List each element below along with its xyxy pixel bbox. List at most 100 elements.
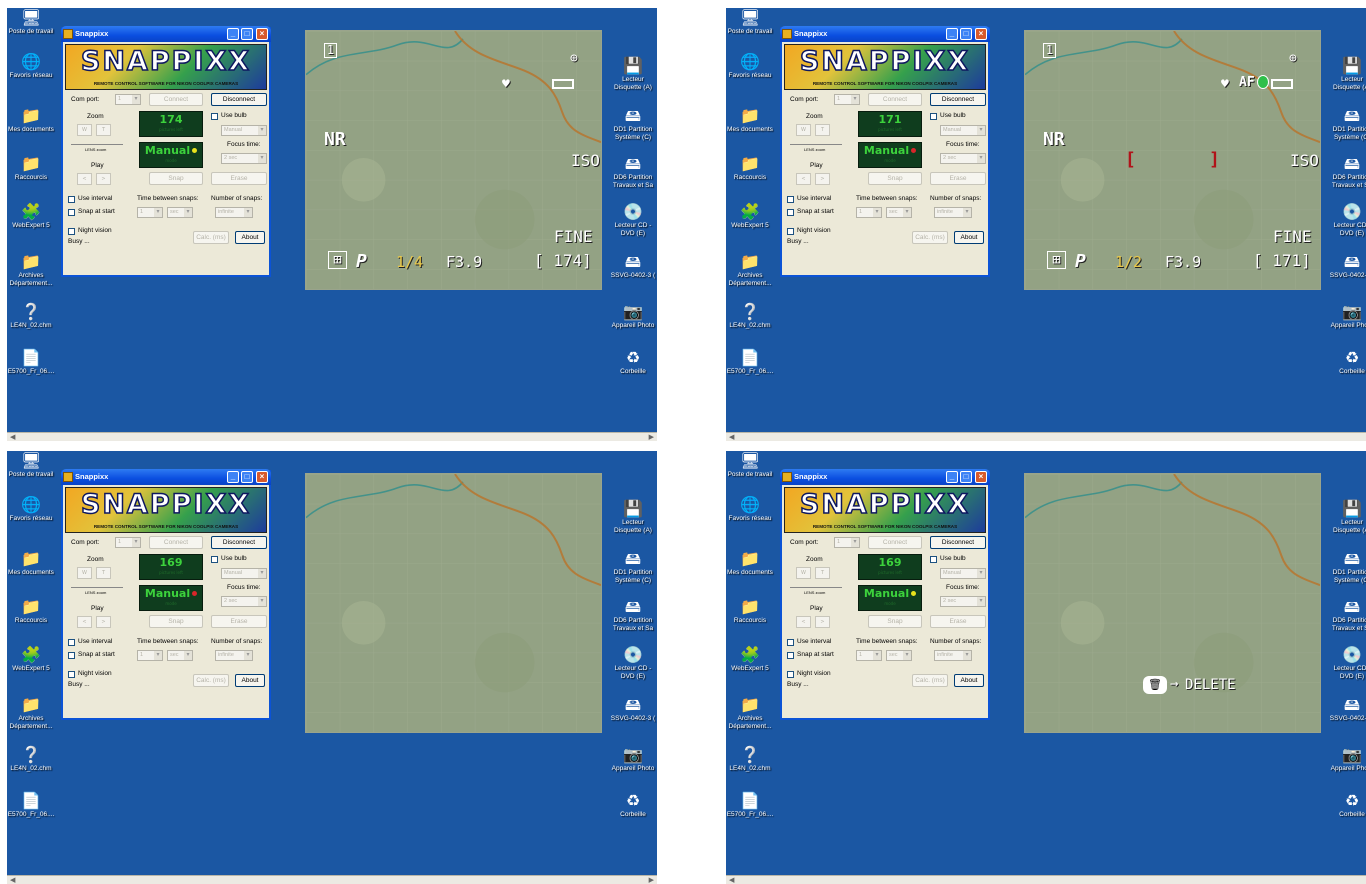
horizontal-scrollbar[interactable]: ◀ ▶ xyxy=(7,875,657,884)
about-button[interactable]: About xyxy=(954,231,984,244)
desktop-icon[interactable]: 💿Lecteur CD - DVD (E) xyxy=(1320,202,1366,238)
time-unit-select[interactable]: sec xyxy=(886,650,912,661)
use-interval-checkbox[interactable] xyxy=(68,196,75,203)
horizontal-scrollbar[interactable]: ◀ ▶ xyxy=(726,432,1366,441)
desktop-icon[interactable]: ❔ LE4N_02.chm xyxy=(7,745,63,773)
desktop-icon[interactable]: 📁 Raccourcis xyxy=(726,154,782,182)
horizontal-scrollbar[interactable]: ◀ ▶ xyxy=(726,875,1366,884)
number-of-snaps-select[interactable]: infinite xyxy=(934,650,972,661)
minimize-icon[interactable]: _ xyxy=(946,28,958,40)
maximize-icon[interactable]: □ xyxy=(960,471,972,483)
bulb-select[interactable]: Manual xyxy=(221,568,267,579)
desktop-icon[interactable]: 📁 Archives Département... xyxy=(726,695,782,731)
focus-time-select[interactable]: 2 sec xyxy=(221,153,267,164)
snap-at-start-checkbox[interactable] xyxy=(787,209,794,216)
desktop-icon[interactable]: 📁 Archives Département... xyxy=(7,252,63,288)
desktop-icon[interactable]: 🖴DD1 Partition Système (C) xyxy=(1320,549,1366,585)
scroll-right-icon[interactable]: ▶ xyxy=(649,434,654,441)
desktop-icon[interactable]: 💾Lecteur Disquette (A) xyxy=(1320,499,1366,535)
desktop-icon[interactable]: 📷Appareil Photo xyxy=(601,302,657,330)
desktop-icon[interactable]: 🧩 WebExpert 5 xyxy=(7,202,63,230)
desktop-icon[interactable]: 📁 Mes documents xyxy=(726,549,782,577)
zoom-w-button[interactable]: W xyxy=(796,567,811,579)
snap-button[interactable]: Snap xyxy=(868,172,922,185)
desktop-icon[interactable]: 🧩 WebExpert 5 xyxy=(726,645,782,673)
connect-button[interactable]: Connect xyxy=(868,93,922,106)
time-unit-select[interactable]: sec xyxy=(167,650,193,661)
desktop-icon[interactable]: 📁 Archives Département... xyxy=(7,695,63,731)
use-bulb-checkbox[interactable] xyxy=(930,113,937,120)
horizontal-scrollbar[interactable]: ◀ ▶ xyxy=(7,432,657,441)
desktop-icon[interactable]: 📷Appareil Photo xyxy=(1320,302,1366,330)
time-between-select[interactable]: 1 xyxy=(856,207,882,218)
desktop-icon[interactable]: 🌐 Favoris réseau xyxy=(726,52,782,80)
scroll-left-icon[interactable]: ◀ xyxy=(729,877,734,884)
desktop-icon[interactable]: 🖴DD6 Partition Travaux et Sa xyxy=(1320,597,1366,633)
about-button[interactable]: About xyxy=(235,674,265,687)
desktop-icon[interactable]: 📄 E5700_Fr_06.... xyxy=(726,791,782,819)
desktop-icon[interactable]: 📁 Archives Département... xyxy=(726,252,782,288)
time-between-select[interactable]: 1 xyxy=(137,207,163,218)
erase-button[interactable]: Erase xyxy=(930,615,986,628)
com-port-select[interactable]: 1 xyxy=(834,94,860,105)
erase-button[interactable]: Erase xyxy=(930,172,986,185)
desktop-icon[interactable]: ♻ Corbeille xyxy=(1320,791,1366,819)
maximize-icon[interactable]: □ xyxy=(241,471,253,483)
desktop-icon[interactable]: 📁 Raccourcis xyxy=(726,597,782,625)
desktop-icon[interactable]: 🖴DD6 Partition Travaux et Sa xyxy=(601,597,657,633)
snap-button[interactable]: Snap xyxy=(149,615,203,628)
desktop-icon[interactable]: 🌐 Favoris réseau xyxy=(7,52,63,80)
focus-time-select[interactable]: 2 sec xyxy=(221,596,267,607)
number-of-snaps-select[interactable]: infinite xyxy=(934,207,972,218)
close-icon[interactable]: × xyxy=(256,471,268,483)
zoom-slider[interactable] xyxy=(71,587,123,588)
desktop-icon[interactable]: 💾Lecteur Disquette (A) xyxy=(1320,56,1366,92)
about-button[interactable]: About xyxy=(235,231,265,244)
close-icon[interactable]: × xyxy=(975,28,987,40)
com-port-select[interactable]: 1 xyxy=(115,94,141,105)
com-port-select[interactable]: 1 xyxy=(834,537,860,548)
desktop-icon[interactable]: 🖴SSVG-0402-3 ( xyxy=(1320,252,1366,280)
focus-time-select[interactable]: 2 sec xyxy=(940,596,986,607)
snap-at-start-checkbox[interactable] xyxy=(787,652,794,659)
night-vision-checkbox[interactable] xyxy=(787,228,794,235)
desktop-icon[interactable]: 📁 Raccourcis xyxy=(7,597,63,625)
desktop-icon[interactable]: 🖴SSVG-0402-3 ( xyxy=(601,252,657,280)
desktop-icon[interactable]: 🖥 Poste de travail xyxy=(726,8,782,36)
window-titlebar[interactable]: Snappixx _ □ × xyxy=(780,469,990,485)
desktop-icon[interactable]: 📄 E5700_Fr_06.... xyxy=(726,348,782,376)
desktop-icon[interactable]: 📁 Mes documents xyxy=(726,106,782,134)
bulb-select[interactable]: Manual xyxy=(940,568,986,579)
desktop-icon[interactable]: 🖴SSVG-0402-3 ( xyxy=(1320,695,1366,723)
maximize-icon[interactable]: □ xyxy=(960,28,972,40)
play-next-button[interactable]: > xyxy=(96,173,111,185)
focus-time-select[interactable]: 2 sec xyxy=(940,153,986,164)
night-vision-checkbox[interactable] xyxy=(787,671,794,678)
snap-at-start-checkbox[interactable] xyxy=(68,209,75,216)
desktop-icon[interactable]: ♻ Corbeille xyxy=(601,348,657,376)
calc-button[interactable]: Calc. (ms) xyxy=(193,674,229,687)
zoom-slider[interactable] xyxy=(790,587,842,588)
zoom-slider[interactable] xyxy=(71,144,123,145)
minimize-icon[interactable]: _ xyxy=(227,471,239,483)
desktop-icon[interactable]: 🧩 WebExpert 5 xyxy=(7,645,63,673)
use-interval-checkbox[interactable] xyxy=(68,639,75,646)
desktop-icon[interactable]: 🖥 Poste de travail xyxy=(7,451,63,479)
disconnect-button[interactable]: Disconnect xyxy=(211,536,267,549)
desktop-icon[interactable]: 🧩 WebExpert 5 xyxy=(726,202,782,230)
desktop-icon[interactable]: 📁 Raccourcis xyxy=(7,154,63,182)
use-interval-checkbox[interactable] xyxy=(787,639,794,646)
play-next-button[interactable]: > xyxy=(96,616,111,628)
snap-button[interactable]: Snap xyxy=(149,172,203,185)
play-prev-button[interactable]: < xyxy=(796,173,811,185)
connect-button[interactable]: Connect xyxy=(149,536,203,549)
desktop-icon[interactable]: 📷Appareil Photo xyxy=(601,745,657,773)
desktop-icon[interactable]: 🖥 Poste de travail xyxy=(7,8,63,36)
desktop-icon[interactable]: 🌐 Favoris réseau xyxy=(726,495,782,523)
zoom-slider[interactable] xyxy=(790,144,842,145)
zoom-t-button[interactable]: T xyxy=(815,124,830,136)
desktop-icon[interactable]: ♻ Corbeille xyxy=(601,791,657,819)
night-vision-checkbox[interactable] xyxy=(68,228,75,235)
play-prev-button[interactable]: < xyxy=(796,616,811,628)
time-between-select[interactable]: 1 xyxy=(856,650,882,661)
